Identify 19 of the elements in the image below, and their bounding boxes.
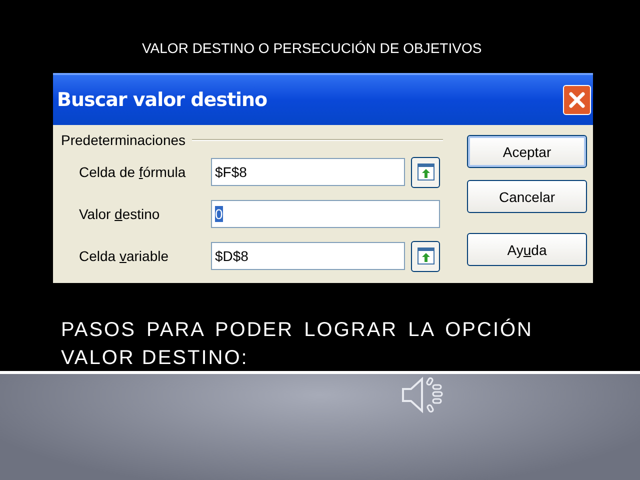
dialog-button[interactable]: Cancelar: [467, 180, 587, 213]
input-field[interactable]: $D$8: [211, 242, 405, 270]
close-icon: [568, 91, 586, 109]
slide-heading: PASOS PARA PODER LOGRAR LA OPCIÓN VALOR DESTINO:: [61, 318, 533, 371]
close-button[interactable]: [563, 85, 591, 115]
group-label: Predeterminaciones: [61, 132, 186, 148]
collapse-button[interactable]: [411, 156, 440, 188]
dialog-button[interactable]: Ayuda: [467, 233, 587, 266]
range-picker-icon: [416, 163, 434, 181]
field-label: Celda de fórmula: [78, 164, 187, 180]
window-title: Buscar valor destino: [57, 89, 268, 111]
range-picker-icon: [416, 247, 434, 265]
dialog-button[interactable]: Aceptar: [467, 135, 587, 168]
field-label: Celda variable: [78, 248, 170, 264]
collapse-button[interactable]: [411, 240, 440, 272]
slide-title: VALOR DESTINO O PERSECUCIÓN DE OBJETIVOS: [142, 40, 483, 58]
input-field[interactable]: 0: [211, 200, 440, 228]
field-label: Valor destino: [78, 206, 161, 222]
input-field[interactable]: $F$8: [211, 158, 405, 186]
